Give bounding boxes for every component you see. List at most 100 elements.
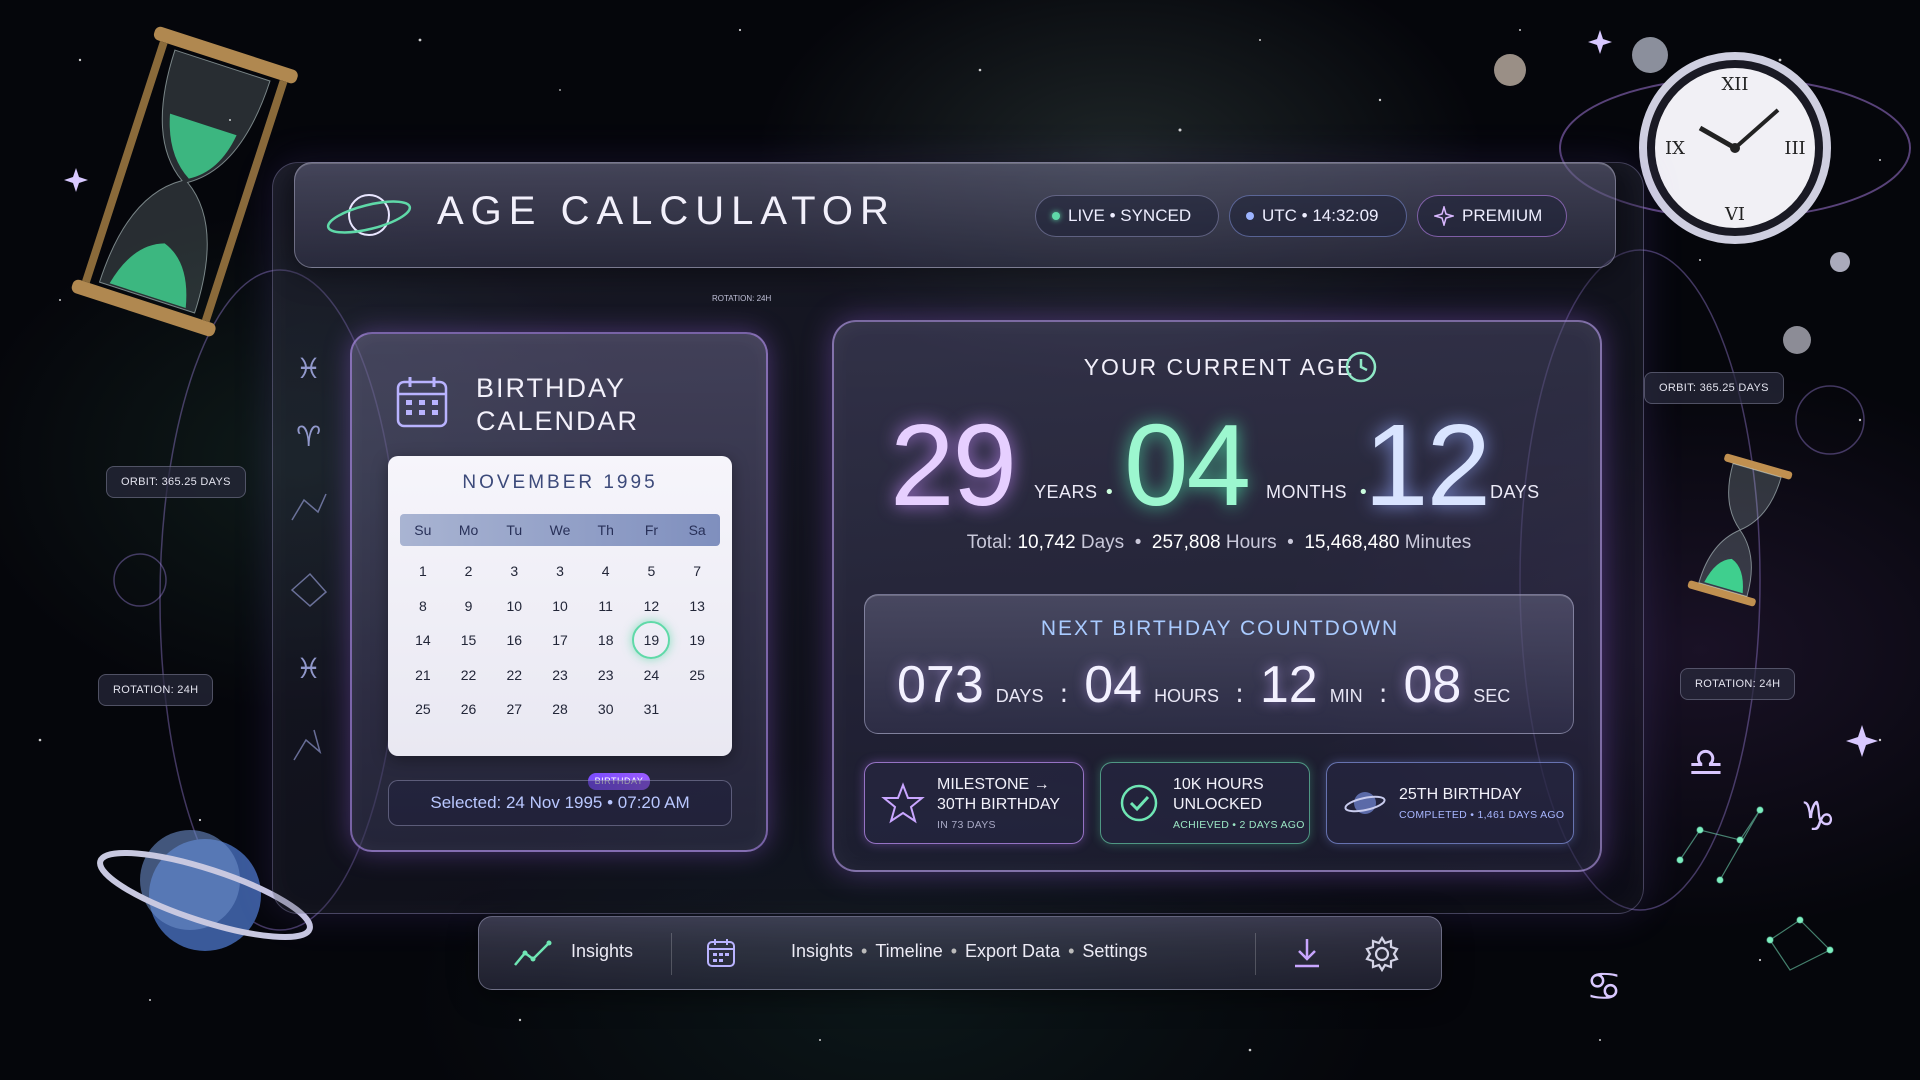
milestone-sub: COMPLETED • 1,461 DAYS AGO: [1399, 809, 1565, 821]
insights-button[interactable]: Insights: [571, 941, 633, 962]
rotation-tag-top: ROTATION: 24H: [712, 294, 772, 303]
calendar-day[interactable]: 14: [400, 623, 446, 658]
calendar-day[interactable]: 25: [400, 692, 446, 727]
calendar-day[interactable]: 1: [400, 554, 446, 589]
calendar-day[interactable]: 27: [491, 692, 537, 727]
calendar-day[interactable]: 5: [629, 554, 675, 589]
calendar-day[interactable]: 13: [674, 589, 720, 624]
calendar-icon[interactable]: [705, 937, 737, 969]
countdown-min-unit: MIN: [1329, 686, 1363, 706]
calendar-day[interactable]: 8: [400, 589, 446, 624]
svg-text:IX: IX: [1665, 138, 1685, 159]
calendar-day[interactable]: 7: [674, 554, 720, 589]
birthday-countdown: NEXT BIRTHDAY COUNTDOWN 073 DAYS : 04 HO…: [864, 594, 1574, 734]
calendar-day[interactable]: 23: [537, 658, 583, 693]
calendar-day[interactable]: 10: [491, 589, 537, 624]
countdown-title: NEXT BIRTHDAY COUNTDOWN: [1040, 617, 1400, 640]
milestone-10k-hours-card[interactable]: 10K HOURS UNLOCKED ACHIEVED • 2 DAYS AGO: [1100, 762, 1310, 844]
calendar-day[interactable]: 19: [629, 621, 675, 659]
calendar-day[interactable]: 23: [583, 658, 629, 693]
download-icon[interactable]: [1289, 935, 1325, 971]
age-months-value: 04: [1124, 400, 1251, 530]
calendar-title: BIRTHDAY CALENDAR: [476, 373, 640, 436]
milestone-30th-card[interactable]: MILESTONE → 30TH BIRTHDAY IN 73 DAYS: [864, 762, 1084, 844]
planet-icon: [1344, 792, 1386, 814]
calendar-day[interactable]: 25: [674, 658, 720, 693]
countdown-hours-value: 04: [1084, 656, 1143, 714]
countdown-sec-unit: SEC: [1473, 686, 1511, 706]
svg-text:♑: ♑: [1800, 794, 1836, 840]
weekday-label: Th: [597, 522, 614, 538]
calendar-day[interactable]: 26: [446, 692, 492, 727]
calendar-day[interactable]: 31: [629, 692, 675, 727]
svg-text:♋: ♋: [1586, 964, 1622, 1010]
calendar-day[interactable]: 28: [537, 692, 583, 727]
total-days-unit: Days: [1080, 532, 1125, 553]
svg-text:XII: XII: [1721, 74, 1748, 95]
weekday-label: Fr: [644, 522, 659, 538]
calendar-day[interactable]: 12: [629, 589, 675, 624]
current-age-card: YOUR CURRENT AGE 29 YEARS • 04 MONTHS • …: [832, 320, 1602, 872]
calendar-day[interactable]: 3: [537, 554, 583, 589]
live-dot-icon: [1052, 212, 1060, 220]
svg-text:♎: ♎: [1688, 740, 1724, 786]
small-hourglass-icon: [1687, 453, 1793, 607]
calendar-day[interactable]: 22: [491, 658, 537, 693]
weekday-label: We: [549, 522, 571, 538]
clock-icon: [1345, 351, 1377, 383]
calendar-day[interactable]: 22: [446, 658, 492, 693]
calendar-day[interactable]: 10: [537, 589, 583, 624]
premium-button[interactable]: PREMIUM: [1417, 195, 1567, 237]
weekday-label: Mo: [458, 522, 479, 538]
milestone-title: MILESTONE → 30TH BIRTHDAY: [937, 776, 1060, 813]
calendar-day[interactable]: [674, 692, 720, 727]
weekday-header: Su Mo Tu We Th Fr Sa: [400, 514, 720, 546]
calendar-day[interactable]: 18: [583, 623, 629, 658]
countdown-min-value: 12: [1259, 656, 1318, 714]
utc-time-badge[interactable]: UTC • 14:32:09: [1229, 195, 1407, 237]
calendar-day[interactable]: 19: [674, 623, 720, 658]
milestone-25th-card[interactable]: 25TH BIRTHDAY COMPLETED • 1,461 DAYS AGO: [1326, 762, 1574, 844]
calendar-day[interactable]: 3: [491, 554, 537, 589]
milestone-sub: IN 73 DAYS: [937, 819, 996, 831]
calendar-day[interactable]: 21: [400, 658, 446, 693]
total-minutes-value: 15,468,480: [1304, 532, 1400, 553]
calendar-day[interactable]: 17: [537, 623, 583, 658]
countdown-days-value: 073: [897, 656, 984, 714]
calendar-day[interactable]: 16: [491, 623, 537, 658]
calendar-sheet: NOVEMBER 1995 Su Mo Tu We Th Fr Sa 12334…: [388, 456, 732, 790]
total-hours-value: 257,808: [1151, 532, 1221, 553]
calendar-day-grid: 1 2 3 3 4 5 7 8 9 10 10 11 12 13 14 15 16 17 18 19 19 21 22 22 2…: [400, 554, 720, 727]
calendar-day[interactable]: 4: [583, 554, 629, 589]
nav-timeline[interactable]: Timeline: [875, 941, 942, 962]
age-years-value: 29: [890, 400, 1017, 530]
countdown-colon: :: [1059, 679, 1069, 709]
calendar-day[interactable]: 9: [446, 589, 492, 624]
age-total-summary: Total: 10,742 Days • 257,808 Hours • 15,…: [966, 532, 1472, 553]
birthday-calendar-card: BIRTHDAY CALENDAR NOVEMBER 1995 Su Mo Tu…: [350, 332, 768, 852]
sparkle-icon: [1434, 206, 1454, 226]
bottom-navigation-bar: Insights Insights • Timeline • Export Da…: [478, 916, 1442, 990]
milestone-title: 10K HOURS UNLOCKED: [1173, 776, 1264, 813]
nav-separator: •: [950, 941, 958, 961]
calendar-day[interactable]: 11: [583, 589, 629, 624]
utc-dot-icon: [1246, 212, 1254, 220]
calendar-icon: [396, 377, 448, 428]
calendar-day[interactable]: 2: [446, 554, 492, 589]
trend-line-icon[interactable]: [513, 937, 553, 969]
countdown-days-unit: DAYS: [995, 686, 1044, 706]
calendar-day[interactable]: 30: [583, 692, 629, 727]
nav-separator: •: [1068, 941, 1075, 961]
nav-settings[interactable]: Settings: [1082, 941, 1147, 962]
selected-date-field[interactable]: Selected: 24 Nov 1995 • 07:20 AM: [388, 780, 732, 826]
live-sync-status[interactable]: LIVE • SYNCED: [1035, 195, 1219, 237]
nav-insights[interactable]: Insights: [791, 941, 853, 962]
calendar-month[interactable]: NOVEMBER 1995: [388, 472, 732, 494]
divider: [671, 933, 672, 975]
svg-text:III: III: [1784, 138, 1805, 159]
calendar-day[interactable]: 24: [629, 658, 675, 693]
check-circle-icon: [1120, 784, 1158, 822]
nav-export-data[interactable]: Export Data: [965, 941, 1060, 962]
gear-icon[interactable]: [1363, 935, 1401, 973]
calendar-day[interactable]: 15: [446, 623, 492, 658]
